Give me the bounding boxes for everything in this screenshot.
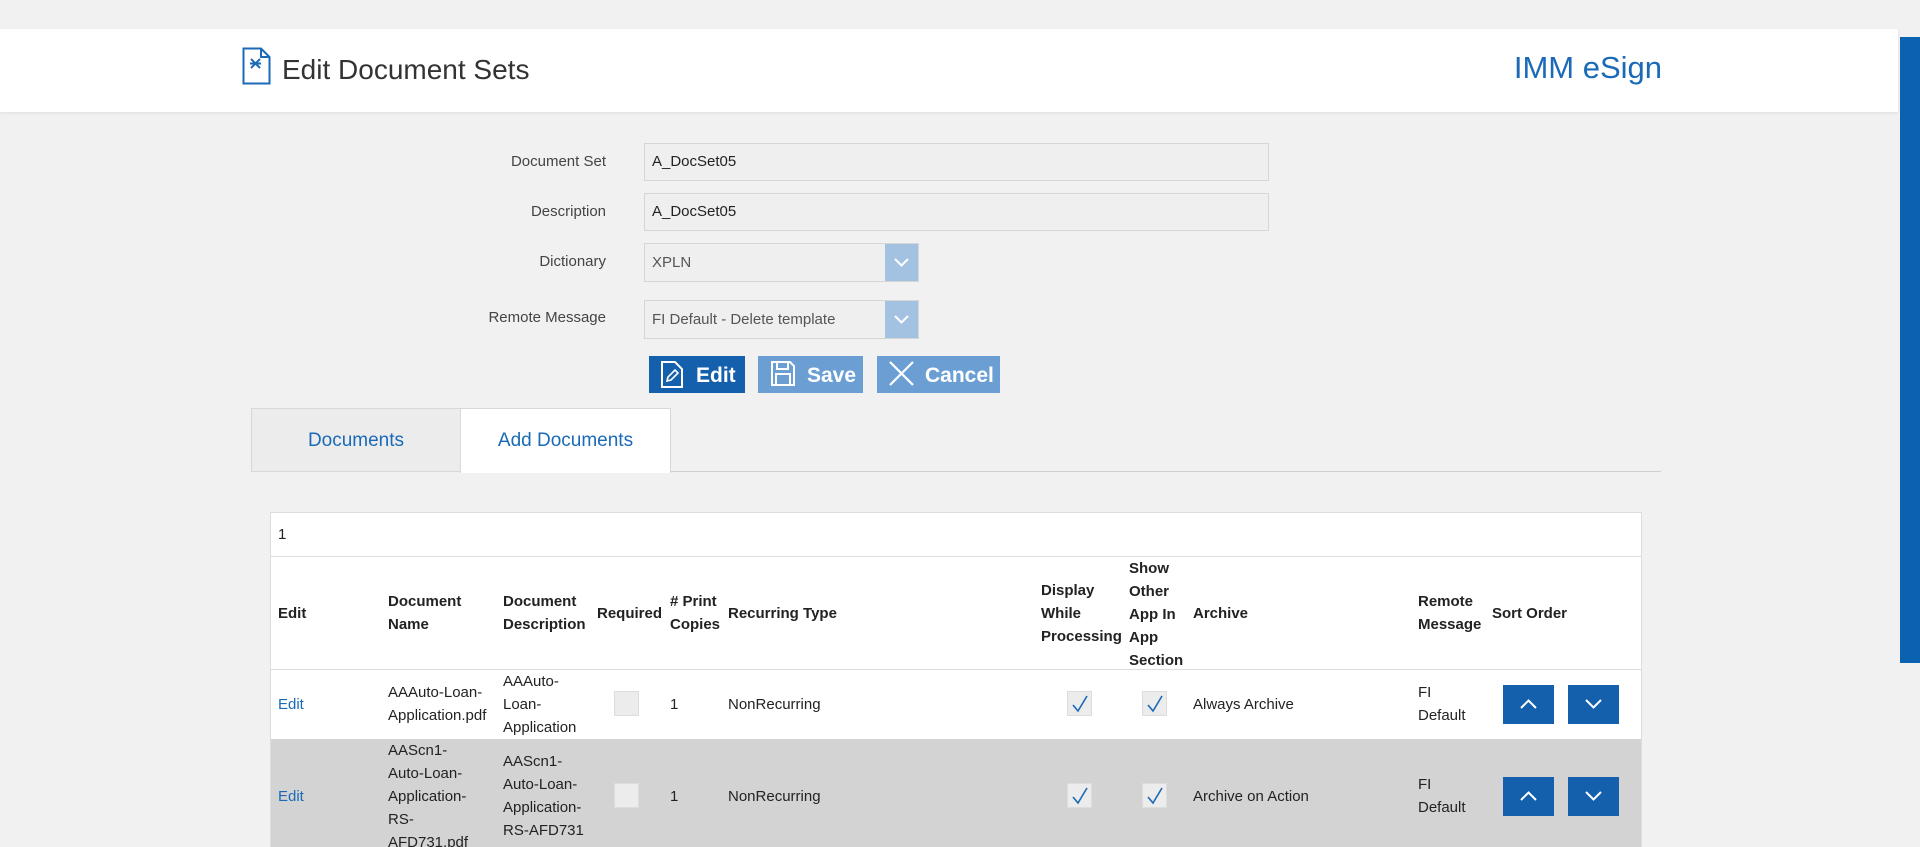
header-display-while-processing: Display While Processing [1041, 582, 1122, 645]
page-number-label: 1 [278, 526, 287, 543]
header-print-copies: # Print Copies [670, 593, 721, 633]
row-document-description: AAScn1-Auto-Loan-Application-RS-AFD731 [503, 753, 584, 839]
dictionary-value: XPLN [652, 254, 692, 271]
save-button-label: Save [807, 364, 857, 387]
edit-button-label: Edit [696, 364, 736, 387]
sort-up-button[interactable] [1503, 777, 1554, 816]
chevron-up-icon [1520, 699, 1537, 709]
description-input[interactable]: A_DocSet05 [644, 193, 1269, 231]
table-header: Edit Document Name Document Description … [271, 557, 1641, 670]
documents-grid: 1 Edit Document Name Document Descriptio… [270, 512, 1642, 847]
header-required: Required [597, 605, 663, 622]
chevron-down-icon [1585, 699, 1602, 709]
sort-down-button[interactable] [1568, 685, 1619, 724]
checkmark-icon [1147, 695, 1163, 713]
cancel-button-label: Cancel [925, 364, 994, 387]
tab-documents[interactable]: Documents [251, 408, 460, 472]
close-icon [888, 360, 915, 393]
row-edit-link[interactable]: Edit [278, 693, 304, 716]
header-archive: Archive [1193, 605, 1249, 622]
remote-message-label: Remote Message [488, 309, 606, 326]
chevron-down-icon[interactable] [885, 244, 918, 281]
description-label: Description [530, 203, 606, 220]
row-document-name: AAScn1-Auto-Loan-Application-RS-AFD731.p… [388, 742, 469, 847]
row-archive: Always Archive [1193, 696, 1294, 713]
row-recurring-type: NonRecurring [728, 788, 821, 805]
header-remote-message: Remote Message [1418, 593, 1482, 633]
page-header: Edit Document Sets IMM eSign [0, 29, 1898, 112]
page-number[interactable]: 1 [271, 513, 1641, 557]
cancel-button[interactable]: Cancel [877, 356, 1000, 393]
chevron-down-icon [1585, 791, 1602, 801]
pencil-icon [660, 360, 684, 395]
row-archive: Archive on Action [1193, 788, 1309, 805]
row-document-name: AAAuto-Loan-Application.pdf [388, 684, 487, 724]
row-remote-message: FI Default [1418, 684, 1466, 724]
document-edit-icon [242, 47, 271, 85]
header-sort-order: Sort Order [1492, 605, 1568, 622]
show-other-app-checkbox[interactable] [1142, 691, 1167, 716]
remote-message-value: FI Default - Delete template [652, 311, 836, 328]
required-checkbox[interactable] [614, 691, 639, 716]
row-print-copies: 1 [670, 696, 679, 713]
tab-add-documents[interactable]: Add Documents [460, 408, 671, 473]
table-row: Edit AAAuto-Loan-Application.pdf AAAuto-… [271, 670, 1641, 739]
page-title: Edit Document Sets [282, 54, 530, 85]
floppy-disk-icon [770, 360, 796, 393]
row-remote-message: FI Default [1418, 776, 1466, 816]
show-other-app-checkbox[interactable] [1142, 783, 1167, 808]
header-edit: Edit [278, 605, 307, 622]
remote-message-select[interactable]: FI Default - Delete template [644, 300, 919, 339]
tab-divider [671, 471, 1661, 472]
brand-logo: IMM eSign [1513, 50, 1662, 85]
sort-down-button[interactable] [1568, 777, 1619, 816]
document-set-input[interactable]: A_DocSet05 [644, 143, 1269, 181]
top-strip [0, 0, 1920, 29]
scrollbar[interactable] [1900, 37, 1920, 663]
chevron-up-icon [1520, 791, 1537, 801]
row-edit-link[interactable]: Edit [278, 785, 304, 808]
edit-button[interactable]: Edit [649, 356, 745, 393]
checkmark-icon [1072, 787, 1088, 805]
checkmark-icon [1147, 787, 1163, 805]
dictionary-label: Dictionary [539, 253, 606, 270]
display-while-processing-checkbox[interactable] [1067, 783, 1092, 808]
table-row: Edit AAScn1-Auto-Loan-Application-RS-AFD… [271, 739, 1641, 847]
row-recurring-type: NonRecurring [728, 696, 821, 713]
row-print-copies: 1 [670, 788, 679, 805]
row-document-description: AAAuto-Loan-Application [503, 673, 577, 736]
header-show-other-app: Show Other App In App Section [1129, 560, 1184, 669]
display-while-processing-checkbox[interactable] [1067, 691, 1092, 716]
header-document-name: Document Name [388, 593, 462, 633]
header-recurring-type: Recurring Type [728, 605, 837, 622]
required-checkbox[interactable] [614, 783, 639, 808]
header-document-description: Document Description [503, 593, 586, 633]
sort-up-button[interactable] [1503, 685, 1554, 724]
dictionary-select[interactable]: XPLN [644, 243, 919, 282]
checkmark-icon [1072, 695, 1088, 713]
save-button[interactable]: Save [758, 356, 863, 393]
document-set-label: Document Set [510, 153, 606, 170]
chevron-down-icon[interactable] [885, 301, 918, 338]
